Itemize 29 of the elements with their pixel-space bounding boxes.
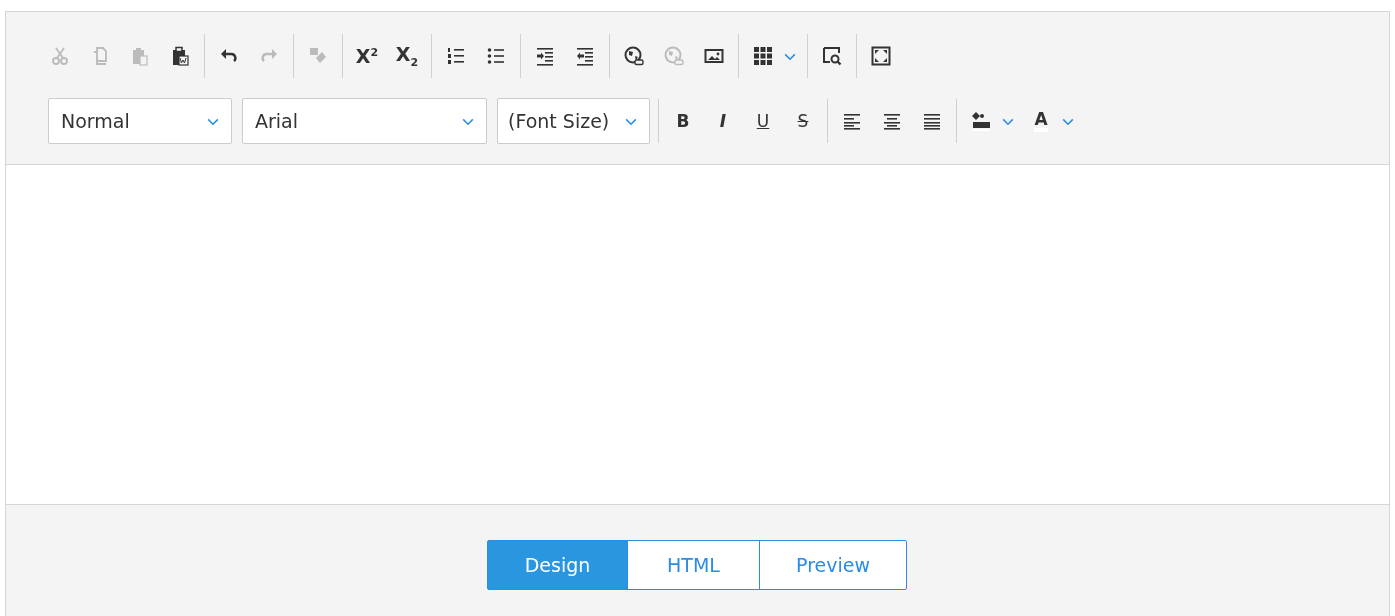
table-icon bbox=[753, 46, 773, 66]
align-center-icon bbox=[882, 111, 902, 131]
dropdown[interactable]: Normal bbox=[48, 98, 232, 144]
subscript-button[interactable]: X$_{2}$ bbox=[390, 39, 424, 73]
outdent-icon bbox=[575, 46, 595, 66]
underline-button[interactable]: U bbox=[746, 104, 780, 138]
globe-link-icon bbox=[664, 46, 684, 66]
mode-tab[interactable]: HTML bbox=[627, 540, 760, 590]
numbered-list-icon bbox=[446, 46, 466, 66]
font-color-button[interactable]: A bbox=[1024, 104, 1058, 138]
highlight-icon bbox=[971, 111, 991, 131]
indent-icon bbox=[535, 46, 555, 66]
bullet-list-icon bbox=[486, 46, 506, 66]
strikethrough-button[interactable]: S bbox=[786, 104, 820, 138]
align-right-icon bbox=[922, 111, 942, 131]
dropdown[interactable]: Arial bbox=[242, 98, 487, 144]
scissors-icon bbox=[50, 46, 70, 66]
image-icon bbox=[704, 46, 724, 66]
italic-button[interactable]: I bbox=[706, 104, 740, 138]
mode-tab[interactable]: Preview bbox=[759, 540, 907, 590]
find-icon bbox=[822, 46, 842, 66]
clipboard-icon bbox=[170, 46, 190, 66]
superscript-button[interactable]: X$^{2}$ bbox=[350, 39, 384, 73]
dropdown[interactable]: (Font Size) bbox=[497, 98, 650, 144]
bold-button[interactable]: B bbox=[666, 104, 700, 138]
globe-link-icon bbox=[624, 46, 644, 66]
fullscreen-icon bbox=[871, 46, 891, 66]
clipboard-icon bbox=[130, 46, 150, 66]
align-left-icon bbox=[842, 111, 862, 131]
